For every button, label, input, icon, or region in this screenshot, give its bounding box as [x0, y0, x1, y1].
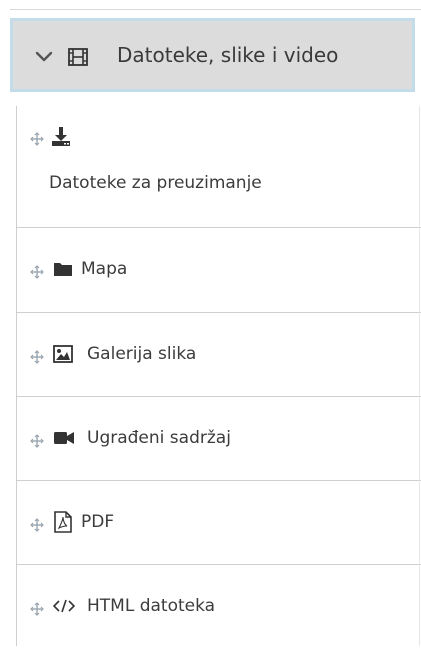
download-icon	[52, 127, 70, 146]
list-item-image-gallery[interactable]: Galerija slika	[17, 313, 421, 397]
list-item-html-file[interactable]: HTML datoteka	[17, 565, 421, 649]
content-block-list: Datoteke za preuzimanje Mapa Galerija sl…	[16, 106, 421, 646]
list-item-embedded-content[interactable]: Ugrađeni sadržaj	[17, 397, 421, 481]
item-label: Mapa	[81, 259, 128, 279]
content-blocks-panel: Datoteke, slike i video Datoteke za preu…	[0, 0, 421, 646]
list-item-map[interactable]: Mapa	[17, 228, 421, 313]
image-icon	[53, 345, 73, 363]
folder-icon	[54, 263, 72, 276]
group-title: Datoteke, slike i video	[117, 43, 339, 67]
video-camera-icon	[54, 432, 74, 444]
pdf-icon	[54, 511, 72, 533]
list-item-pdf[interactable]: PDF	[17, 481, 421, 565]
move-handle-icon[interactable]	[30, 602, 44, 616]
item-label: Ugrađeni sadržaj	[87, 428, 231, 448]
move-handle-icon[interactable]	[30, 350, 44, 364]
film-icon	[68, 48, 88, 66]
group-header-files-images-video[interactable]: Datoteke, slike i video	[10, 18, 415, 92]
item-label: Galerija slika	[87, 344, 197, 364]
chevron-down-icon	[35, 51, 53, 62]
divider	[10, 9, 421, 10]
divider	[419, 106, 420, 646]
item-label: HTML datoteka	[87, 596, 216, 616]
move-handle-icon[interactable]	[30, 132, 44, 146]
code-icon	[53, 599, 75, 613]
move-handle-icon[interactable]	[30, 265, 44, 279]
list-item-downloads[interactable]: Datoteke za preuzimanje	[17, 106, 421, 228]
item-label: Datoteke za preuzimanje	[49, 173, 262, 193]
item-label: PDF	[81, 512, 115, 532]
move-handle-icon[interactable]	[30, 518, 44, 532]
move-handle-icon[interactable]	[30, 434, 44, 448]
